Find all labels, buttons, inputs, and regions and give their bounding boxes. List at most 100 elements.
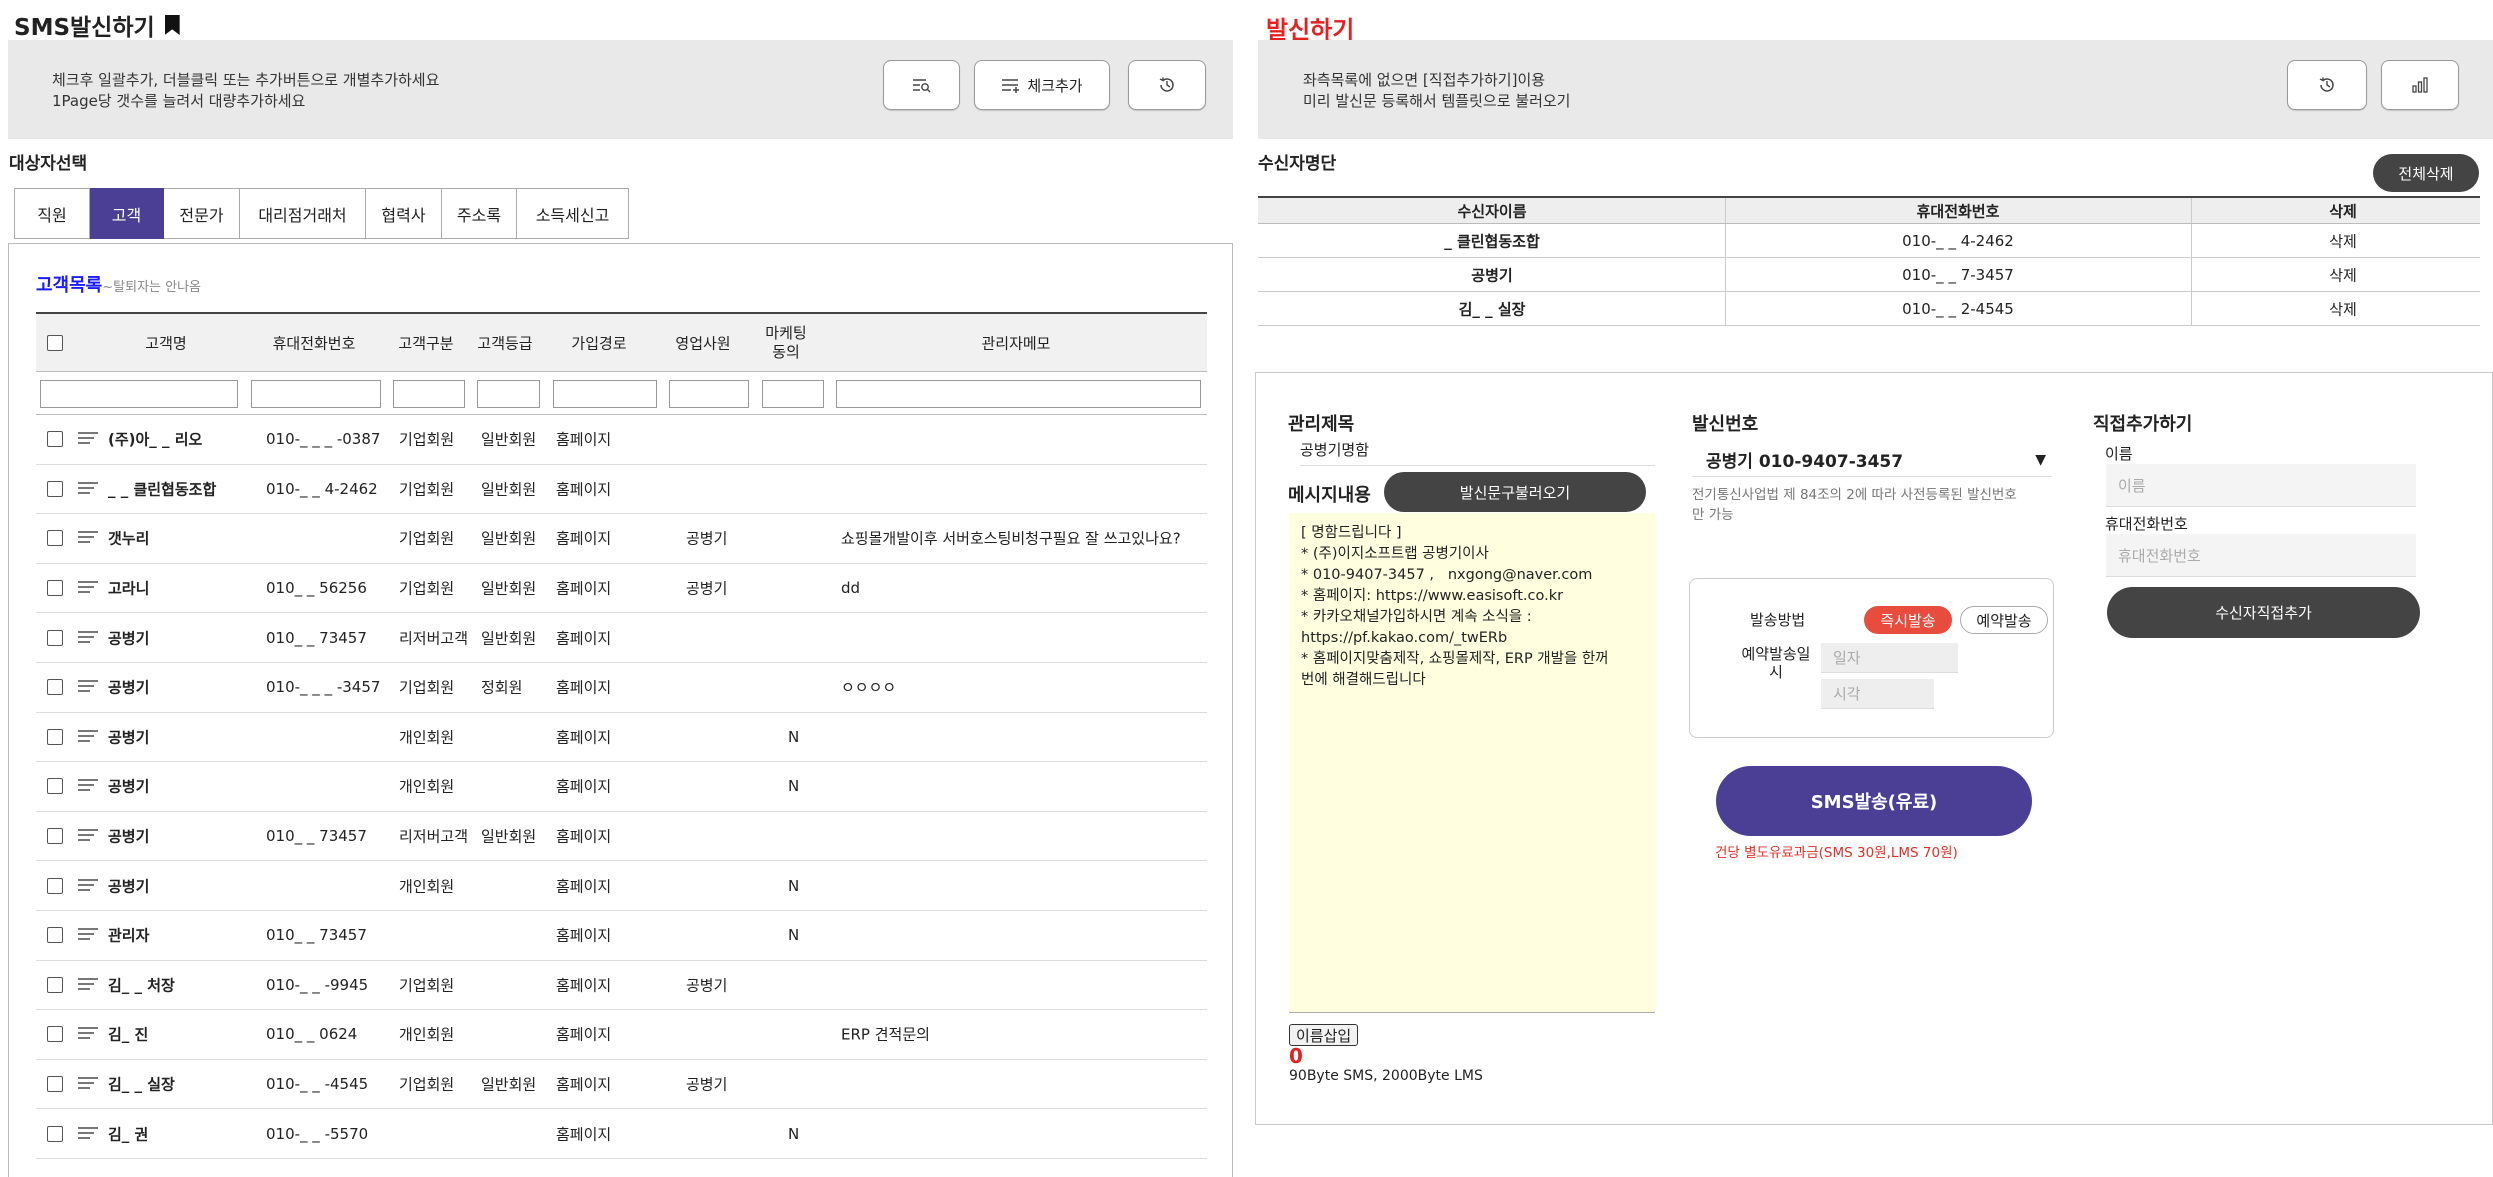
- table-row[interactable]: 공병기 010_ _ 73457 리저버고객 일반회원 홈페이지: [36, 613, 1207, 663]
- table-row[interactable]: 관리자 010_ _ 73457 홈페이지 N: [36, 911, 1207, 961]
- table-row[interactable]: 공병기 010_ _ 73457 리저버고객 일반회원 홈페이지: [36, 812, 1207, 862]
- filter-phone-input[interactable]: [251, 380, 381, 408]
- cell-sales: 공병기: [686, 1075, 728, 1094]
- filter-sales-input[interactable]: [669, 380, 749, 408]
- check-add-button[interactable]: 체크추가: [974, 60, 1110, 110]
- table-row[interactable]: 공병기 010-_ _ _ -3457 기업회원 정회원 홈페이지 ㅇㅇㅇㅇ: [36, 663, 1207, 713]
- row-checkbox[interactable]: [47, 1026, 63, 1043]
- history-icon: [2319, 77, 2334, 92]
- row-checkbox[interactable]: [47, 828, 63, 845]
- send-now-button[interactable]: 즉시발송: [1864, 606, 1952, 634]
- table-row[interactable]: 김_ _ 실장 010-_ _ -4545 기업회원 일반회원 홈페이지 공병기: [36, 1060, 1207, 1110]
- row-checkbox[interactable]: [47, 877, 63, 894]
- add-row-icon[interactable]: [78, 729, 98, 744]
- bookmark-icon[interactable]: [164, 15, 180, 35]
- tab-expert[interactable]: 전문가: [164, 188, 240, 239]
- insert-name-button[interactable]: 이름삽입: [1289, 1024, 1359, 1046]
- sms-send-button[interactable]: SMS발송(유료): [1716, 766, 2032, 836]
- tab-partner[interactable]: 협력사: [366, 188, 442, 239]
- row-checkbox[interactable]: [47, 778, 63, 795]
- cell-name: 갯누리: [108, 529, 150, 548]
- filter-memo-input[interactable]: [836, 380, 1201, 408]
- table-row[interactable]: 김_ 권 010-_ _ -5570 홈페이지 N: [36, 1109, 1207, 1159]
- cell-name: 고라니: [108, 579, 150, 598]
- table-row[interactable]: 김_ 진 010_ _ 0624 개인회원 홈페이지 ERP 견적문의: [36, 1010, 1207, 1060]
- add-row-icon[interactable]: [78, 977, 98, 992]
- row-checkbox[interactable]: [47, 629, 63, 646]
- filter-marketing-input[interactable]: [762, 380, 824, 408]
- direct-phone-input[interactable]: 휴대전화번호: [2106, 534, 2416, 577]
- sender-select[interactable]: 공병기 010-9407-3457 ▼: [1692, 443, 2052, 477]
- recipient-phone: 010-_ _ 7-3457: [1902, 265, 2014, 284]
- tab-addressbook[interactable]: 주소록: [442, 188, 517, 239]
- tab-staff[interactable]: 직원: [14, 188, 90, 239]
- customer-list-title: 고객목록~탈퇴자는 안나옴: [36, 271, 201, 297]
- cell-type: 개인회원: [399, 728, 455, 747]
- tab-customer[interactable]: 고객: [90, 188, 164, 239]
- tab-income-tax[interactable]: 소득세신고: [517, 188, 629, 239]
- row-checkbox[interactable]: [47, 480, 63, 497]
- table-row[interactable]: (주)아_ _ 리오 010-_ _ _ -0387 기업회원 일반회원 홈페이지: [36, 415, 1207, 465]
- delete-all-button[interactable]: 전체삭제: [2373, 154, 2479, 192]
- tab-agency[interactable]: 대리점거래처: [240, 188, 366, 239]
- compose-panel: 관리제목 공병기명함 메시지내용 발신문구불러오기 [ 명함드립니다 ] * (…: [1255, 372, 2493, 1125]
- table-row[interactable]: _ _ 클린협동조합 010-_ _ 4-2462 기업회원 일반회원 홈페이지: [36, 465, 1207, 515]
- add-row-icon[interactable]: [78, 680, 98, 694]
- search-list-button[interactable]: [883, 60, 960, 110]
- load-template-button[interactable]: 발신문구불러오기: [1384, 472, 1646, 512]
- send-history-button[interactable]: [2287, 60, 2367, 110]
- add-row-icon[interactable]: [78, 481, 98, 496]
- filter-grade-input[interactable]: [477, 380, 540, 408]
- row-checkbox[interactable]: [47, 1076, 63, 1093]
- reserve-label-2: 시: [1769, 663, 1783, 681]
- cell-mkt: N: [788, 777, 800, 796]
- filter-type-input[interactable]: [393, 380, 465, 408]
- add-row-icon[interactable]: [78, 928, 98, 942]
- add-row-icon[interactable]: [78, 1077, 98, 1091]
- add-row-icon[interactable]: [78, 1027, 98, 1041]
- select-all-checkbox[interactable]: [47, 334, 63, 351]
- right-info-text: 좌측목록에 없으면 [직접추가하기]이용 미리 발신문 등록해서 템플릿으로 불…: [1303, 70, 1570, 112]
- history-icon: [1159, 77, 1174, 92]
- table-row[interactable]: 공병기 개인회원 홈페이지 N: [36, 762, 1207, 812]
- direct-name-input[interactable]: 이름: [2106, 464, 2416, 507]
- add-row-icon[interactable]: [78, 878, 98, 893]
- stats-button[interactable]: [2381, 60, 2459, 110]
- table-row[interactable]: 공병기 개인회원 홈페이지 N: [36, 713, 1207, 763]
- row-checkbox[interactable]: [47, 530, 63, 547]
- table-row[interactable]: 고라니 010_ _ 56256 기업회원 일반회원 홈페이지 공병기 dd: [36, 564, 1207, 614]
- reserve-date-input[interactable]: 일자: [1821, 643, 1958, 673]
- row-checkbox[interactable]: [47, 728, 63, 745]
- message-textarea[interactable]: [ 명함드립니다 ] * (주)이지소프트랩 공병기이사 * 010-9407-…: [1289, 513, 1655, 1013]
- info-line-1: 체크후 일괄추가, 더블클릭 또는 추가버튼으로 개별추가하세요: [52, 71, 440, 89]
- add-row-icon[interactable]: [78, 432, 98, 446]
- add-row-icon[interactable]: [78, 630, 98, 645]
- add-row-icon[interactable]: [78, 829, 98, 843]
- delete-recipient-button[interactable]: 삭제: [2329, 298, 2357, 319]
- table-row[interactable]: 공병기 개인회원 홈페이지 N: [36, 861, 1207, 911]
- filter-path-input[interactable]: [553, 380, 657, 408]
- delete-recipient-button[interactable]: 삭제: [2329, 230, 2357, 251]
- history-button[interactable]: [1128, 60, 1206, 110]
- table-row[interactable]: 김_ _ 처장 010-_ _ -9945 기업회원 홈페이지 공병기: [36, 961, 1207, 1011]
- add-row-icon[interactable]: [78, 1126, 98, 1141]
- dropdown-arrow-icon: ▼: [2035, 451, 2046, 468]
- reserve-send-button[interactable]: 예약발송: [1960, 606, 2048, 634]
- row-checkbox[interactable]: [47, 1125, 63, 1142]
- row-checkbox[interactable]: [47, 976, 63, 993]
- row-checkbox[interactable]: [47, 679, 63, 696]
- row-checkbox[interactable]: [47, 431, 63, 448]
- add-row-icon[interactable]: [78, 581, 98, 595]
- add-row-icon[interactable]: [78, 531, 98, 545]
- row-checkbox[interactable]: [47, 927, 63, 944]
- mgmt-title-input[interactable]: 공병기명함: [1300, 439, 1655, 466]
- sender-note-1: 전기통신사업법 제 84조의 2에 따라 사전등록된 발신번호: [1692, 487, 2017, 503]
- filter-name-input[interactable]: [40, 380, 238, 408]
- add-row-icon[interactable]: [78, 779, 98, 793]
- mgmt-title-label: 관리제목: [1288, 414, 1355, 435]
- direct-add-button[interactable]: 수신자직접추가: [2107, 587, 2420, 638]
- reserve-time-input[interactable]: 시각: [1821, 679, 1934, 709]
- table-row[interactable]: 갯누리 기업회원 일반회원 홈페이지 공병기 쇼핑몰개발이후 서버호스팅비청구필요 잘 쓰…: [36, 514, 1207, 564]
- row-checkbox[interactable]: [47, 580, 63, 597]
- delete-recipient-button[interactable]: 삭제: [2329, 264, 2357, 285]
